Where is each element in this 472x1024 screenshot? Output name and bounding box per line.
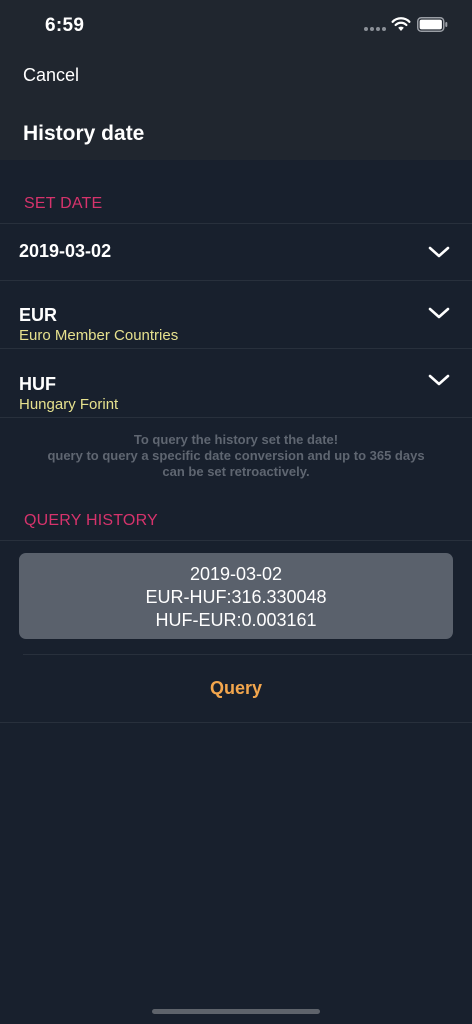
divider [0,417,472,418]
home-indicator[interactable] [152,1009,320,1014]
info-line: can be set retroactively. [162,464,310,479]
divider [0,722,472,723]
query-result-card: 2019-03-02 EUR-HUF:316.330048 HUF-EUR:0.… [19,553,453,639]
page-title: History date [23,122,145,145]
date-value: 2019-03-02 [19,241,112,261]
status-bar: 6:59 [0,0,472,52]
set-date-section-header: SET DATE [24,195,103,212]
chevron-down-icon [428,374,450,386]
result-forward-rate: EUR-HUF:316.330048 [145,587,327,607]
from-currency-row[interactable]: EUR Euro Member Countries [0,281,472,348]
from-currency-code: EUR [19,305,58,325]
chevron-down-icon [428,246,450,258]
info-text: To query the history set the date! query… [0,432,472,480]
info-line: To query the history set the date! [133,432,339,447]
result-reverse-rate: HUF-EUR:0.003161 [155,610,317,630]
query-history-section-header: QUERY HISTORY [24,512,158,529]
info-line: query to query a specific date conversio… [47,448,425,463]
to-currency-code: HUF [19,374,56,394]
status-time: 6:59 [45,15,85,36]
divider [0,540,472,541]
wifi-icon [391,17,411,31]
result-date: 2019-03-02 [189,564,283,584]
cancel-button[interactable]: Cancel [23,65,79,86]
query-button[interactable]: Query [0,655,472,722]
cellular-signal-icon [364,27,386,31]
to-currency-row[interactable]: HUF Hungary Forint [0,349,472,417]
to-currency-name: Hungary Forint [19,396,119,413]
from-currency-name: Euro Member Countries [19,327,179,344]
date-picker-row[interactable]: 2019-03-02 [0,224,472,280]
chevron-down-icon [428,307,450,319]
header: 6:59 Cancel History date [0,0,472,160]
battery-icon [417,17,448,32]
